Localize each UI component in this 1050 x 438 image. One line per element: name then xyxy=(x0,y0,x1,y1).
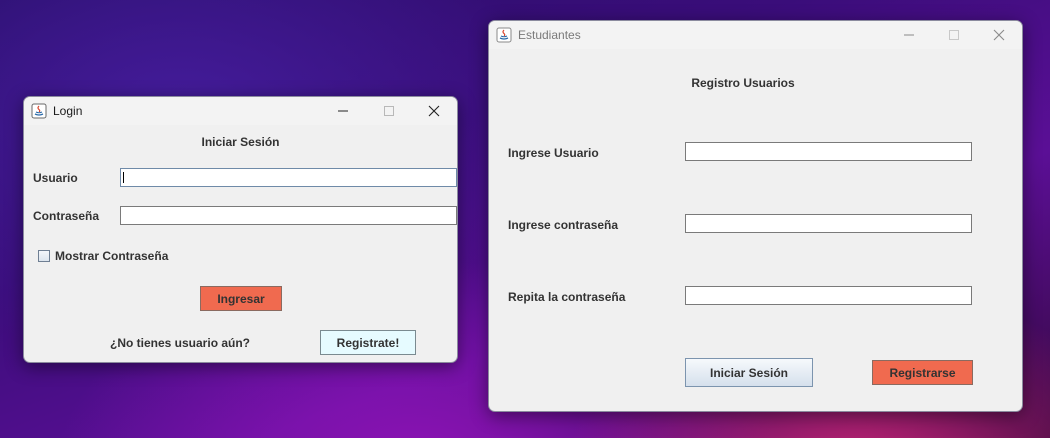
login-window[interactable]: Login Iniciar Sesión Usuario Contraseña … xyxy=(23,96,458,363)
close-button[interactable] xyxy=(411,97,457,125)
page-title: Registro Usuarios xyxy=(691,76,795,90)
contrasena-input[interactable] xyxy=(120,206,457,225)
login-titlebar[interactable]: Login xyxy=(24,97,457,125)
minimize-icon xyxy=(338,110,348,112)
registrarse-button[interactable]: Registrarse xyxy=(872,360,973,385)
window-title: Login xyxy=(53,104,83,118)
usuario-input[interactable] xyxy=(120,168,457,187)
repita-contrasena-input[interactable] xyxy=(685,286,972,305)
maximize-icon xyxy=(384,106,394,116)
maximize-icon xyxy=(949,30,959,40)
estudiantes-titlebar[interactable]: Estudiantes xyxy=(489,21,1022,49)
mostrar-contrasena-checkbox[interactable] xyxy=(38,250,50,262)
page-title: Iniciar Sesión xyxy=(201,135,280,149)
close-button[interactable] xyxy=(976,21,1022,49)
contrasena-input[interactable] xyxy=(685,214,972,233)
minimize-button[interactable] xyxy=(320,97,366,125)
estudiantes-window[interactable]: Estudiantes Registro Usuarios Ingrese Us… xyxy=(488,20,1023,412)
no-usuario-text: ¿No tienes usuario aún? xyxy=(110,336,251,350)
window-title: Estudiantes xyxy=(518,28,581,42)
java-icon xyxy=(496,27,512,43)
mostrar-contrasena-label[interactable]: Mostrar Contraseña xyxy=(55,249,168,263)
maximize-button[interactable] xyxy=(366,97,412,125)
minimize-button[interactable] xyxy=(886,21,932,49)
repita-contrasena-label: Repita la contraseña xyxy=(508,290,626,304)
close-icon xyxy=(428,105,440,117)
ingrese-contrasena-label: Ingrese contraseña xyxy=(508,218,619,232)
usuario-input[interactable] xyxy=(685,142,972,161)
registrate-button[interactable]: Registrate! xyxy=(320,330,416,355)
close-icon xyxy=(993,29,1005,41)
minimize-icon xyxy=(904,34,914,36)
java-icon xyxy=(31,103,47,119)
maximize-button[interactable] xyxy=(931,21,977,49)
iniciar-sesion-button[interactable]: Iniciar Sesión xyxy=(685,358,813,387)
ingrese-usuario-label: Ingrese Usuario xyxy=(508,146,599,160)
usuario-label: Usuario xyxy=(33,171,78,185)
ingresar-button[interactable]: Ingresar xyxy=(200,286,282,311)
text-caret xyxy=(123,172,124,183)
contrasena-label: Contraseña xyxy=(33,209,100,223)
